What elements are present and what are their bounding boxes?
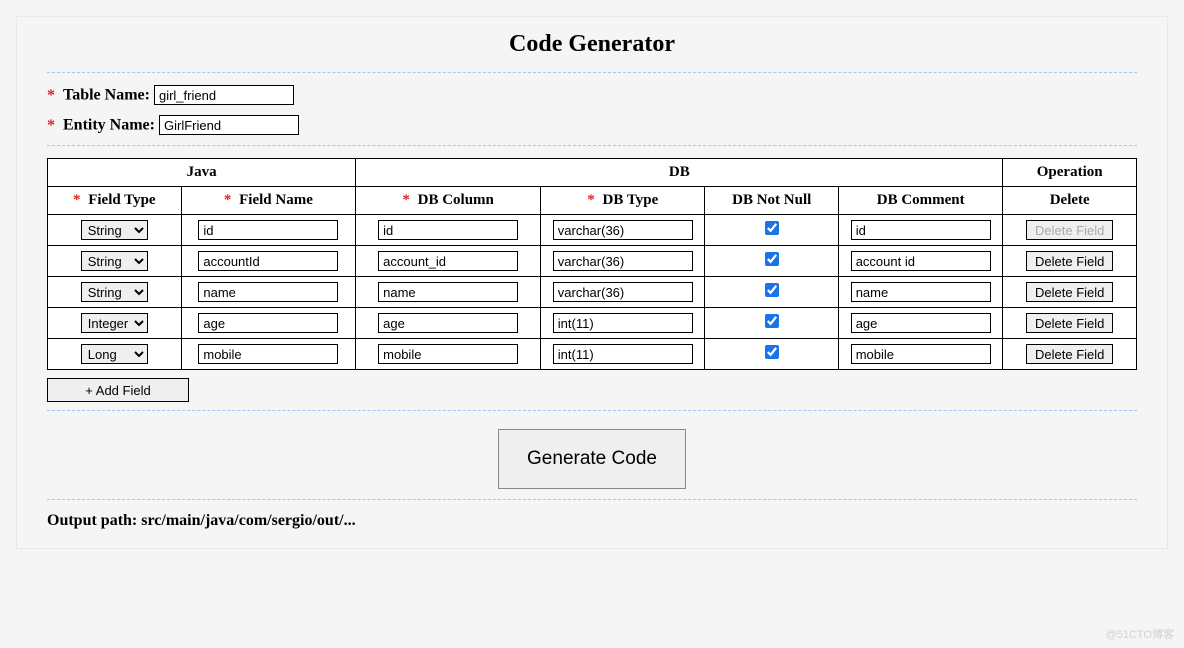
col-header-db-type: * DB Type — [541, 187, 705, 215]
app-container: Code Generator * Table Name: * Entity Na… — [16, 16, 1168, 549]
field-type-select[interactable]: StringIntegerLong — [81, 344, 148, 364]
table-name-label: Table Name: — [63, 87, 150, 104]
db-column-input[interactable] — [378, 313, 518, 333]
field-type-select[interactable]: StringIntegerLong — [81, 251, 148, 271]
col-header-row: * Field Type * Field Name * DB Column * … — [48, 187, 1137, 215]
db-not-null-checkbox[interactable] — [765, 314, 779, 328]
col-header-db-not-null: DB Not Null — [705, 187, 839, 215]
generate-section: Generate Code — [47, 429, 1137, 489]
field-name-input[interactable] — [198, 220, 338, 240]
page-title: Code Generator — [47, 31, 1137, 58]
db-column-input[interactable] — [378, 344, 518, 364]
table-row: StringIntegerLong Delete Field — [48, 308, 1137, 339]
output-path: Output path: src/main/java/com/sergio/ou… — [47, 512, 1137, 530]
table-row: StringIntegerLong Delete Field — [48, 277, 1137, 308]
db-type-input[interactable] — [553, 251, 693, 271]
delete-field-button[interactable]: Delete Field — [1026, 251, 1113, 271]
db-comment-input[interactable] — [851, 313, 991, 333]
entity-name-input[interactable] — [159, 115, 299, 135]
col-header-delete: Delete — [1003, 187, 1137, 215]
divider — [47, 145, 1137, 146]
db-column-input[interactable] — [378, 251, 518, 271]
db-comment-input[interactable] — [851, 344, 991, 364]
divider — [47, 499, 1137, 500]
entity-name-label: Entity Name: — [63, 117, 155, 134]
entity-name-row: * Entity Name: — [47, 115, 1137, 135]
group-header-row: Java DB Operation — [48, 159, 1137, 187]
table-row: StringIntegerLong Delete Field — [48, 215, 1137, 246]
field-name-input[interactable] — [198, 282, 338, 302]
output-path-label: Output path: — [47, 512, 137, 529]
db-not-null-checkbox[interactable] — [765, 283, 779, 297]
table-name-row: * Table Name: — [47, 85, 1137, 105]
delete-field-button[interactable]: Delete Field — [1026, 344, 1113, 364]
col-header-field-type: * Field Type — [48, 187, 182, 215]
delete-field-button: Delete Field — [1026, 220, 1113, 240]
table-row: StringIntegerLong Delete Field — [48, 339, 1137, 370]
db-column-input[interactable] — [378, 220, 518, 240]
required-mark: * — [47, 117, 55, 134]
db-not-null-checkbox[interactable] — [765, 345, 779, 359]
add-field-button[interactable]: + Add Field — [47, 378, 189, 402]
db-type-input[interactable] — [553, 220, 693, 240]
field-name-input[interactable] — [198, 313, 338, 333]
watermark: @51CTO博客 — [1106, 626, 1174, 642]
table-row: StringIntegerLong Delete Field — [48, 246, 1137, 277]
required-mark: * — [47, 87, 55, 104]
field-type-select[interactable]: StringIntegerLong — [81, 313, 148, 333]
db-column-input[interactable] — [378, 282, 518, 302]
delete-field-button[interactable]: Delete Field — [1026, 282, 1113, 302]
generate-code-button[interactable]: Generate Code — [498, 429, 686, 489]
delete-field-button[interactable]: Delete Field — [1026, 313, 1113, 333]
field-name-input[interactable] — [198, 344, 338, 364]
db-type-input[interactable] — [553, 344, 693, 364]
db-type-input[interactable] — [553, 313, 693, 333]
group-header-operation: Operation — [1003, 159, 1137, 187]
divider — [47, 72, 1137, 73]
table-name-input[interactable] — [154, 85, 294, 105]
group-header-db: DB — [356, 159, 1003, 187]
db-type-input[interactable] — [553, 282, 693, 302]
field-type-select[interactable]: StringIntegerLong — [81, 220, 148, 240]
col-header-field-name: * Field Name — [181, 187, 356, 215]
field-type-select[interactable]: StringIntegerLong — [81, 282, 148, 302]
field-name-input[interactable] — [198, 251, 338, 271]
fields-table: Java DB Operation * Field Type * Field N… — [47, 158, 1137, 370]
db-comment-input[interactable] — [851, 251, 991, 271]
group-header-java: Java — [48, 159, 356, 187]
db-comment-input[interactable] — [851, 220, 991, 240]
db-not-null-checkbox[interactable] — [765, 252, 779, 266]
db-not-null-checkbox[interactable] — [765, 221, 779, 235]
output-path-value: src/main/java/com/sergio/out/... — [141, 512, 355, 529]
col-header-db-comment: DB Comment — [839, 187, 1003, 215]
col-header-db-column: * DB Column — [356, 187, 541, 215]
divider — [47, 410, 1137, 411]
db-comment-input[interactable] — [851, 282, 991, 302]
